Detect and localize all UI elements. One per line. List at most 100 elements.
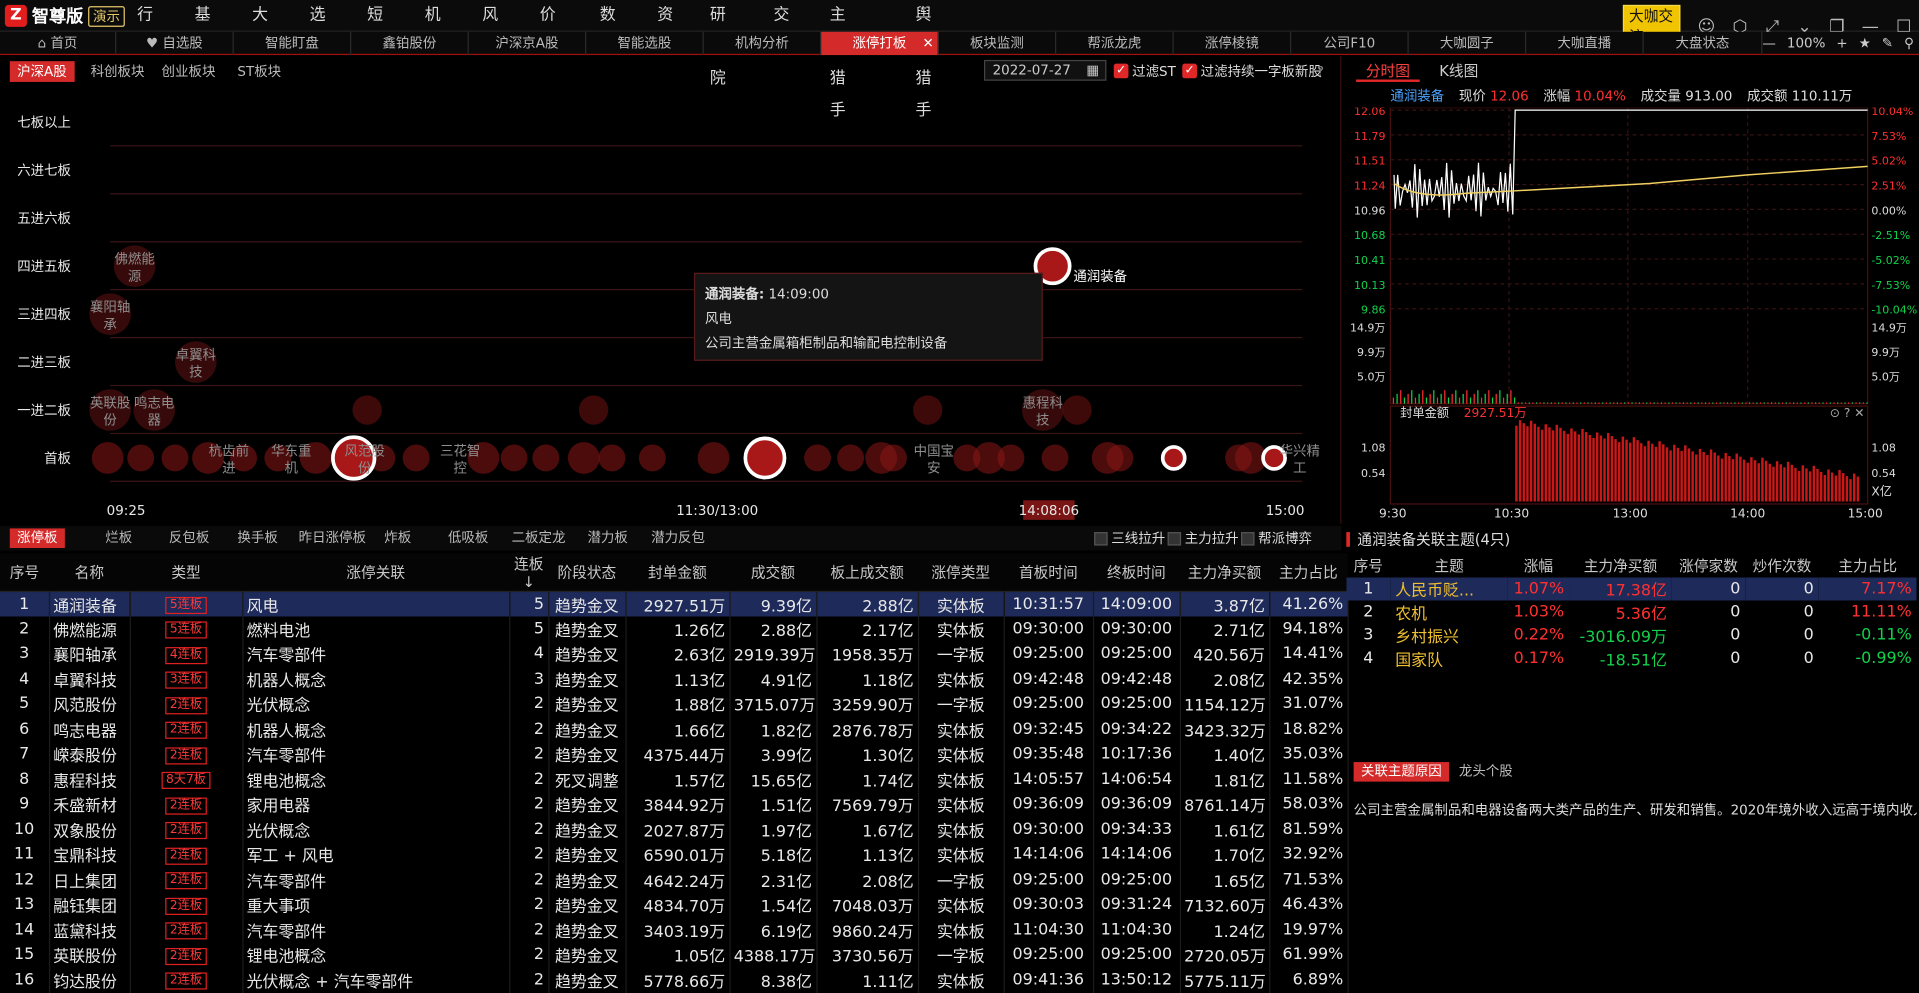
market-tab[interactable]: 沪深A股 (9, 61, 75, 82)
market-tab[interactable]: 创业板块 (154, 61, 223, 82)
help-icon[interactable]: ? (1317, 64, 1324, 80)
stock-bubble[interactable] (352, 395, 382, 425)
column-header[interactable]: 涨停类型 (917, 552, 1004, 593)
tab-leader-stocks[interactable]: 龙头个股 (1452, 762, 1521, 782)
tab-8[interactable]: 板块监测 (939, 31, 1057, 56)
close-tab-icon[interactable]: ✕ (923, 32, 934, 55)
tab-5[interactable]: 智能选股 (586, 31, 704, 56)
stock-bubble[interactable] (500, 444, 528, 472)
tab-9[interactable]: 帮派龙虎 (1056, 31, 1174, 56)
table-row[interactable]: 6 鸣志电器 2连板 机器人概念 2 趋势金叉 1.66亿 1.82亿 2876.78万 实体板 0… (0, 716, 1349, 742)
table-row[interactable]: 12 日上集团 2连板 汽车零部件 2 趋势金叉 4642.24万 2.31亿 2.08亿 一字板… (0, 867, 1349, 893)
stock-bubble[interactable] (804, 444, 832, 472)
calendar-icon[interactable]: ▦ (1086, 61, 1099, 79)
stock-bubble[interactable] (997, 444, 1025, 472)
column-header[interactable]: 涨停家数 (1672, 553, 1745, 577)
table-row[interactable]: 13 融钰集团 2连板 重大事项 2 趋势金叉 4834.70万 1.54亿 7048.03万实… (0, 892, 1349, 918)
column-header[interactable]: 连板↓ (509, 552, 549, 593)
board-tab[interactable]: 昨日涨停板 (291, 528, 373, 548)
table-row[interactable]: 16 钧达股份 2连板 光伏概念 + 汽车零部件 2 趋势金叉 5778.66万 8.38亿 1… (0, 967, 1349, 993)
stock-bubble[interactable] (837, 444, 865, 472)
board-tab[interactable]: 二板定龙 (504, 528, 573, 548)
tab-4[interactable]: 沪深京A股 (469, 31, 587, 56)
table-row[interactable]: 10 双象股份 2连板 光伏概念 2 趋势金叉 2027.87万 1.97亿 1.67亿 实体板 0… (0, 817, 1349, 843)
theme-row[interactable]: 3 乡村振兴 0.22% -3016.09万 0 0 -0.11% (1346, 624, 1916, 647)
stock-bubble[interactable] (638, 444, 666, 472)
pin-icon[interactable]: ⚲ (1904, 35, 1914, 51)
stock-bubble[interactable] (1106, 444, 1134, 472)
stock-bubble[interactable] (1062, 395, 1092, 425)
zoom-out-icon[interactable]: — (1762, 35, 1775, 51)
stock-bubble[interactable] (598, 444, 626, 472)
column-header[interactable]: 终板时间 (1092, 552, 1180, 593)
column-header[interactable]: 涨停关联 (242, 552, 510, 593)
column-header[interactable]: 序号 (0, 552, 49, 593)
option-checkbox[interactable]: 主力拉升 (1167, 530, 1239, 547)
table-row[interactable]: 4 卓翼科技 3连板 机器人概念 3 趋势金叉 1.13亿 4.91亿 1.18亿 实体板 09:4… (0, 666, 1349, 692)
column-header[interactable]: 涨幅 (1508, 553, 1569, 577)
tab-kline[interactable]: K线图 (1430, 61, 1489, 82)
table-row[interactable]: 9 禾盛新材 2连板 家用电器 2 趋势金叉 3844.92万 1.51亿 7569.79万 实体… (0, 792, 1349, 818)
zoom-in-icon[interactable]: + (1836, 35, 1847, 51)
stock-bubble[interactable] (578, 395, 609, 425)
table-row[interactable]: 5 风范股份 2连板 光伏概念 2 趋势金叉 1.88亿 3715.07万 3259.90万 一字… (0, 691, 1349, 717)
column-header[interactable]: 序号 (1346, 553, 1390, 577)
stock-bubble[interactable] (402, 444, 430, 472)
tab-14[interactable]: 大盘状态 (1644, 31, 1763, 56)
filter-yz-checkbox[interactable]: ✓ 过滤持续一字板新股 (1182, 62, 1322, 80)
option-checkbox[interactable]: 帮派博弈 (1241, 530, 1312, 547)
tab-11[interactable]: 公司F10 (1291, 31, 1409, 56)
table-row[interactable]: 11 宝鼎科技 2连板 军工 + 风电 2 趋势金叉 6590.01万 5.18亿 1.13亿实… (0, 842, 1349, 868)
tab-13[interactable]: 大咖直播 (1526, 31, 1644, 56)
star-icon[interactable]: ★ (1859, 35, 1871, 51)
tab-7[interactable]: 涨停打板 ✕ (821, 31, 939, 56)
board-tab[interactable]: 反包板 (162, 528, 217, 548)
column-header[interactable]: 炒作次数 (1745, 553, 1818, 577)
selected-bubble[interactable] (1160, 445, 1187, 471)
tab-1[interactable]: ♥ 自选股 (116, 31, 234, 56)
selected-bubble[interactable] (743, 436, 787, 480)
stock-bubble[interactable] (161, 444, 189, 472)
board-tab[interactable]: 低吸板 (441, 528, 496, 548)
tab-3[interactable]: 鑫铂股份 (351, 31, 469, 56)
table-row[interactable]: 1 通润装备 5连板 风电 5 趋势金叉 2927.51万 9.39亿 2.88亿 实体板 10:3… (0, 591, 1349, 617)
stock-bubble[interactable] (913, 395, 943, 425)
help-icons[interactable]: ⊙ ? ✕ (1830, 406, 1865, 420)
tab-0[interactable]: ⌂ 首页 (0, 31, 117, 56)
filter-st-checkbox[interactable]: ✓ 过滤ST (1113, 62, 1176, 80)
stock-bubble[interactable] (127, 444, 155, 472)
column-header[interactable]: 主力占比 (1269, 552, 1348, 593)
pen-icon[interactable]: ✎ (1882, 35, 1893, 51)
table-row[interactable]: 15 英联股份 2连板 锂电池概念 2 趋势金叉 1.05亿 4388.17万 3730.56万… (0, 942, 1349, 968)
option-checkbox[interactable]: 三线拉升 (1094, 530, 1165, 547)
stock-bubble[interactable] (91, 442, 124, 474)
board-tab[interactable]: 换手板 (230, 528, 285, 548)
stock-bubble[interactable] (879, 444, 907, 472)
column-header[interactable]: 名称 (48, 552, 130, 593)
column-header[interactable]: 板上成交额 (816, 552, 918, 593)
column-header[interactable]: 成交额 (729, 552, 817, 593)
board-tab[interactable]: 炸板 (377, 528, 419, 548)
table-row[interactable]: 3 襄阳轴承 4连板 汽车零部件 4 趋势金叉 2.63亿 2919.39万 1958.35万一… (0, 641, 1349, 667)
stock-bubble[interactable] (532, 444, 560, 472)
table-row[interactable]: 7 嵘泰股份 2连板 汽车零部件 2 趋势金叉 4375.44万 3.99亿 1.30亿 实体板 0… (0, 741, 1349, 767)
column-header[interactable]: 类型 (129, 552, 243, 593)
board-tab[interactable]: 涨停板 (9, 528, 65, 548)
column-header[interactable]: 主力净买额 (1569, 553, 1672, 577)
column-header[interactable]: 封单金额 (625, 552, 730, 593)
tab-6[interactable]: 机构分析 (704, 31, 822, 56)
stock-bubble[interactable] (697, 442, 730, 474)
column-header[interactable]: 首板时间 (1003, 552, 1093, 593)
market-tab[interactable]: ST板块 (230, 61, 288, 82)
tab-10[interactable]: 涨停棱镜 (1174, 31, 1292, 56)
tab-theme-reason[interactable]: 关联主题原因 (1353, 762, 1450, 782)
board-tab[interactable]: 烂板 (98, 528, 140, 548)
tab-intraday[interactable]: 分时图 (1356, 61, 1420, 82)
stock-bubble[interactable] (567, 442, 600, 474)
board-tab[interactable]: 潜力板 (580, 528, 635, 548)
board-tab[interactable]: 潜力反包 (644, 528, 713, 548)
column-header[interactable]: 主力净买额 (1179, 552, 1270, 593)
table-row[interactable]: 2 佛燃能源 5连板 燃料电池 5 趋势金叉 1.26亿 2.88亿 2.17亿 实体板 09:30… (0, 616, 1349, 642)
theme-row[interactable]: 4 国家队 0.17% -18.51亿 0 0 -0.99% (1346, 647, 1916, 671)
theme-row[interactable]: 2 农机 1.03% 5.36亿 0 0 11.11% (1346, 601, 1916, 624)
